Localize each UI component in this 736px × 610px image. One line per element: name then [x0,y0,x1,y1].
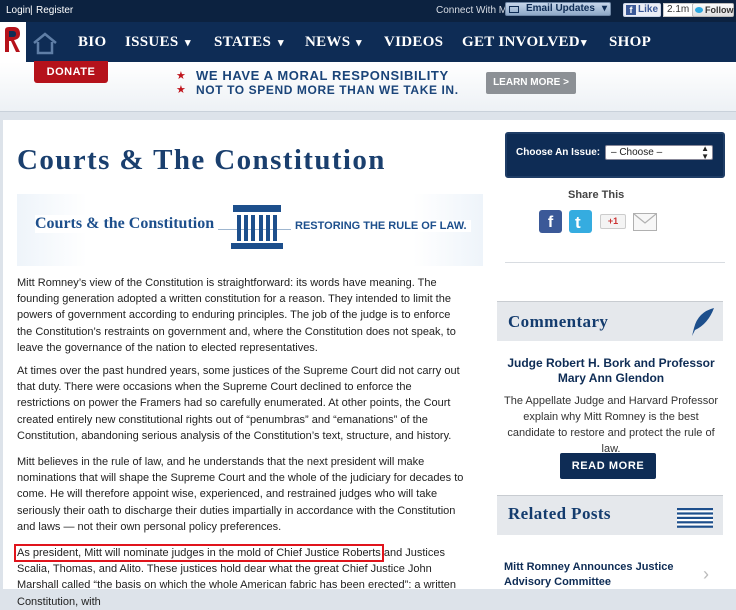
link-separator: | [30,5,33,16]
home-icon[interactable] [32,31,58,55]
nav-item-news[interactable]: NEWS [305,34,350,51]
banner-line-1: WE HAVE A MORAL RESPONSIBILITY [196,68,449,83]
utility-bar: Login | Register Connect With Mitt Email… [0,0,736,22]
facebook-icon: f [626,5,636,15]
body-paragraph-4: As president, Mitt will nominate judges … [14,544,465,610]
promo-banner: DONATE ★ ★ WE HAVE A MORAL RESPONSIBILIT… [0,61,736,112]
star-icon: ★ [176,84,186,96]
banner-line-2: NOT TO SPEND MORE THAN WE TAKE IN. [196,83,459,97]
donate-button[interactable]: DONATE [34,61,108,83]
email-updates-label: Email Updates [526,3,595,14]
sidebar-divider [505,262,725,263]
chevron-down-icon: ▾ [601,3,607,14]
quill-icon [688,306,718,338]
like-label: Like [638,4,659,15]
envelope-icon [509,6,519,13]
flag-icon [677,508,713,528]
nav-item-bio[interactable]: BIO [78,34,106,51]
donate-label: DONATE [46,66,96,78]
content-card: Courts & The Constitution Courts & the C… [3,120,736,608]
share-facebook-icon[interactable]: f [539,210,562,233]
twitter-follow-button[interactable]: Follow [692,3,734,17]
chevron-down-icon: ▾ [581,37,587,49]
learn-more-button[interactable]: LEARN MORE > [486,72,576,94]
issue-select-value: – Choose – [611,147,663,158]
read-more-button[interactable]: READ MORE [560,453,656,479]
nav-item-shop[interactable]: SHOP [609,34,651,51]
commentary-heading[interactable]: Judge Robert H. Bork and Professor Mary … [501,356,721,386]
follow-label: Follow [705,5,734,15]
chevron-down-icon: ▾ [278,37,284,49]
courthouse-icon [229,202,285,252]
chevron-down-icon: ▾ [185,37,191,49]
connect-label: Connect With Mitt [436,5,515,16]
choose-issue-box: Choose An Issue: – Choose – ▲ ▼ [505,132,725,178]
romney-logo[interactable] [0,22,26,62]
issue-select[interactable]: – Choose – ▲ ▼ [605,144,713,161]
twitter-bird-icon [695,7,703,13]
chevron-down-icon: ▾ [356,37,362,49]
email-updates-dropdown[interactable]: Email Updates ▾ [505,2,611,16]
read-more-label: READ MORE [571,460,645,472]
romney-r-icon [5,27,20,52]
star-icon: ★ [176,70,186,82]
body-paragraph-3: Mitt believes in the rule of law, and he… [17,456,464,533]
gplus-label: +1 [607,216,619,226]
nav-item-issues[interactable]: ISSUES [125,34,179,51]
login-link[interactable]: Login [6,5,30,16]
like-count: 2.1m [663,3,694,17]
related-posts-box: Related Posts [497,495,723,535]
chevron-right-icon[interactable]: › [703,564,709,585]
svg-text:t: t [575,213,581,232]
page-title: Courts & The Constitution [17,144,386,176]
choose-issue-label: Choose An Issue: [516,147,601,158]
share-google-plus-icon[interactable]: +1 [600,214,626,229]
related-post-link[interactable]: Mitt Romney Announces Justice Advisory C… [504,560,694,590]
commentary-box: Commentary [497,301,723,341]
nav-item-videos[interactable]: VIDEOS [384,34,443,51]
nav-item-states[interactable]: STATES [214,34,271,51]
hero-banner: Courts & the Constitution RESTORING THE … [17,194,483,266]
share-title: Share This [568,189,625,201]
body-paragraph-1: Mitt Romney’s view of the Constitution i… [17,277,456,354]
commentary-text: The Appellate Judge and Harvard Professo… [503,395,719,455]
share-email-icon[interactable] [633,213,657,231]
facebook-like-button[interactable]: f Like [623,3,661,17]
hero-left-text: Courts & the Constitution [35,215,219,233]
hero-right-text: RESTORING THE RULE OF LAW. [291,220,471,232]
register-link[interactable]: Register [36,5,73,16]
share-twitter-icon[interactable]: t [569,210,592,233]
select-arrows-icon: ▲ ▼ [701,144,709,161]
learn-more-label: LEARN MORE > [493,77,569,88]
body-paragraph-2: At times over the past hundred years, so… [17,365,460,442]
highlighted-sentence: As president, Mitt will nominate judges … [14,544,384,562]
nav-item-get-involved[interactable]: GET INVOLVED [462,34,580,51]
main-nav: BIO ISSUES ▾ STATES ▾ NEWS ▾ VIDEOS GET … [0,22,736,62]
commentary-title: Commentary [508,312,609,331]
related-posts-title: Related Posts [508,504,611,523]
